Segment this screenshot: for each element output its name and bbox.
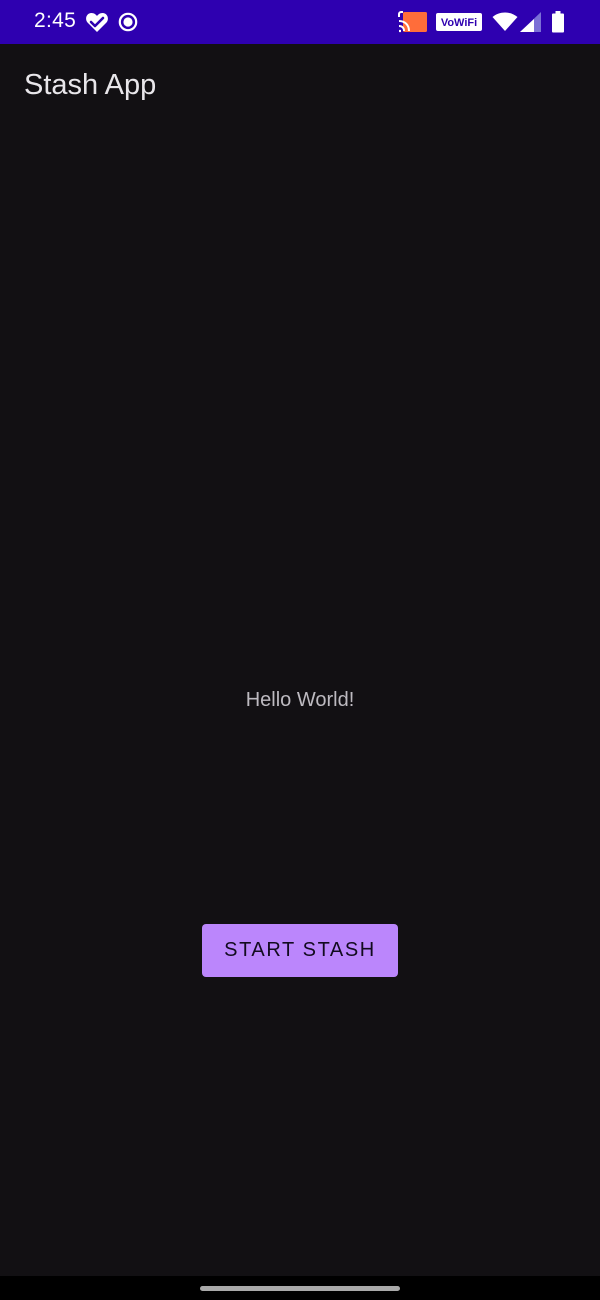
status-bar: 2:45 VoWiFi [0,0,600,44]
hello-world-text: Hello World! [245,689,355,711]
app-bar: Stash App [0,44,600,132]
status-time: 2:45 [34,9,77,32]
phone-screen: 2:45 VoWiFi Stash App Hello World! START… [0,0,600,1300]
start-stash-button[interactable]: START STASH [202,924,398,977]
wifi-icon [492,12,518,31]
battery-icon [552,11,564,33]
cast-icon [398,11,427,33]
navigation-bar [0,1276,600,1300]
vowifi-icon: VoWiFi [436,13,482,31]
record-icon [118,12,138,32]
vowifi-label: VoWiFi [441,17,477,29]
heart-check-icon [86,13,108,32]
home-gesture-handle[interactable] [200,1286,400,1291]
signal-icon [520,12,541,32]
app-title: Stash App [24,69,157,101]
